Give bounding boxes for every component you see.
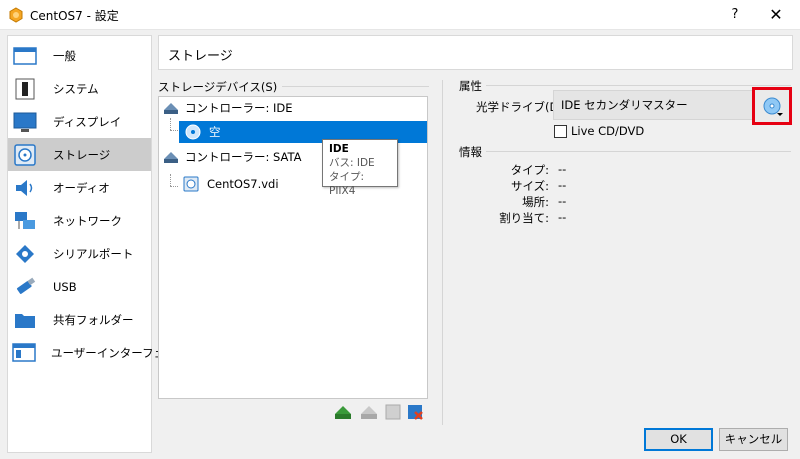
info-attached-value: -- [558,210,567,224]
add-controller-icon [335,406,351,419]
tree-line [170,118,171,130]
remove-controller-icon [361,406,377,419]
help-button[interactable]: ? [725,5,745,25]
panel-divider [442,80,443,425]
tree-line [170,186,178,187]
close-button[interactable]: ✕ [763,4,789,26]
tree-line [170,174,171,186]
info-size-key: サイズ: [510,179,549,193]
sidebar-item-shared-folder[interactable]: 共有フォルダー [8,303,151,336]
add-attachment-icon [385,404,401,420]
sidebar-item-usb[interactable]: USB [8,270,151,303]
user-interface-icon [12,341,36,365]
remove-attachment-button[interactable] [406,403,424,421]
cancel-button[interactable]: キャンセル [719,428,788,451]
sidebar-item-serial-port[interactable]: シリアルポート [8,237,151,270]
info-attached-key: 割り当て: [499,211,549,225]
info-type-key: タイプ: [510,163,549,177]
page-header: ストレージ [158,35,793,70]
remove-controller-button[interactable] [360,403,378,421]
section-divider [282,86,429,87]
live-cd-checkbox[interactable] [554,125,567,138]
audio-icon [12,176,38,200]
live-cd-label[interactable]: Live CD/DVD [571,124,644,138]
info-location-value: -- [558,194,567,208]
controller-tooltip: IDE バス: IDE タイプ: PIIX4 [322,139,398,197]
page-title: ストレージ [168,49,233,64]
optical-disc-icon [185,124,201,140]
storage-devices-label: ストレージデバイス(S) [158,80,278,94]
optical-drive-select[interactable]: IDE セカンダリマスター [553,90,755,120]
sidebar-item-user-interface[interactable]: ユーザーインターフェース [8,336,188,369]
shared-folder-icon [12,308,38,332]
info-size-value: -- [558,178,567,192]
sidebar-item-general[interactable]: 一般 [8,39,151,72]
remove-attachment-icon [408,405,423,420]
sidebar-item-network[interactable]: ネットワーク [8,204,151,237]
serial-port-icon [12,242,38,266]
tree-line [170,130,178,131]
storage-icon [12,143,38,167]
add-attachment-button[interactable] [384,403,402,421]
ok-button[interactable]: OK [644,428,713,451]
sidebar-item-system[interactable]: システム [8,72,151,105]
display-icon [12,110,38,134]
general-icon [12,44,38,68]
title-bar: CentOS7 - 設定 ? ✕ [0,0,800,30]
settings-sidebar: 一般 システム ディスプレイ ストレージ オーディオ ネットワーク シリアルポー… [7,35,188,453]
tree-item-ide-controller[interactable]: コントローラー: IDE [163,97,427,119]
attributes-label: 属性 [459,79,482,93]
optical-disc-menu-icon [763,97,783,116]
choose-disk-button[interactable] [752,87,792,125]
info-location-key: 場所: [522,195,549,209]
section-divider [486,85,791,86]
controller-icon [163,100,179,116]
controller-icon [163,149,179,165]
section-divider [486,151,791,152]
system-icon [12,77,38,101]
window-title: CentOS7 - 設定 [30,9,119,23]
virtualbox-icon [9,7,23,23]
network-icon [12,209,38,233]
sidebar-item-storage[interactable]: ストレージ [8,138,151,171]
hard-disk-icon [183,176,199,192]
info-type-value: -- [558,162,567,176]
usb-icon [12,275,38,299]
add-controller-button[interactable] [334,403,352,421]
info-label: 情報 [459,145,482,159]
sidebar-item-audio[interactable]: オーディオ [8,171,151,204]
sidebar-item-display[interactable]: ディスプレイ [8,105,151,138]
